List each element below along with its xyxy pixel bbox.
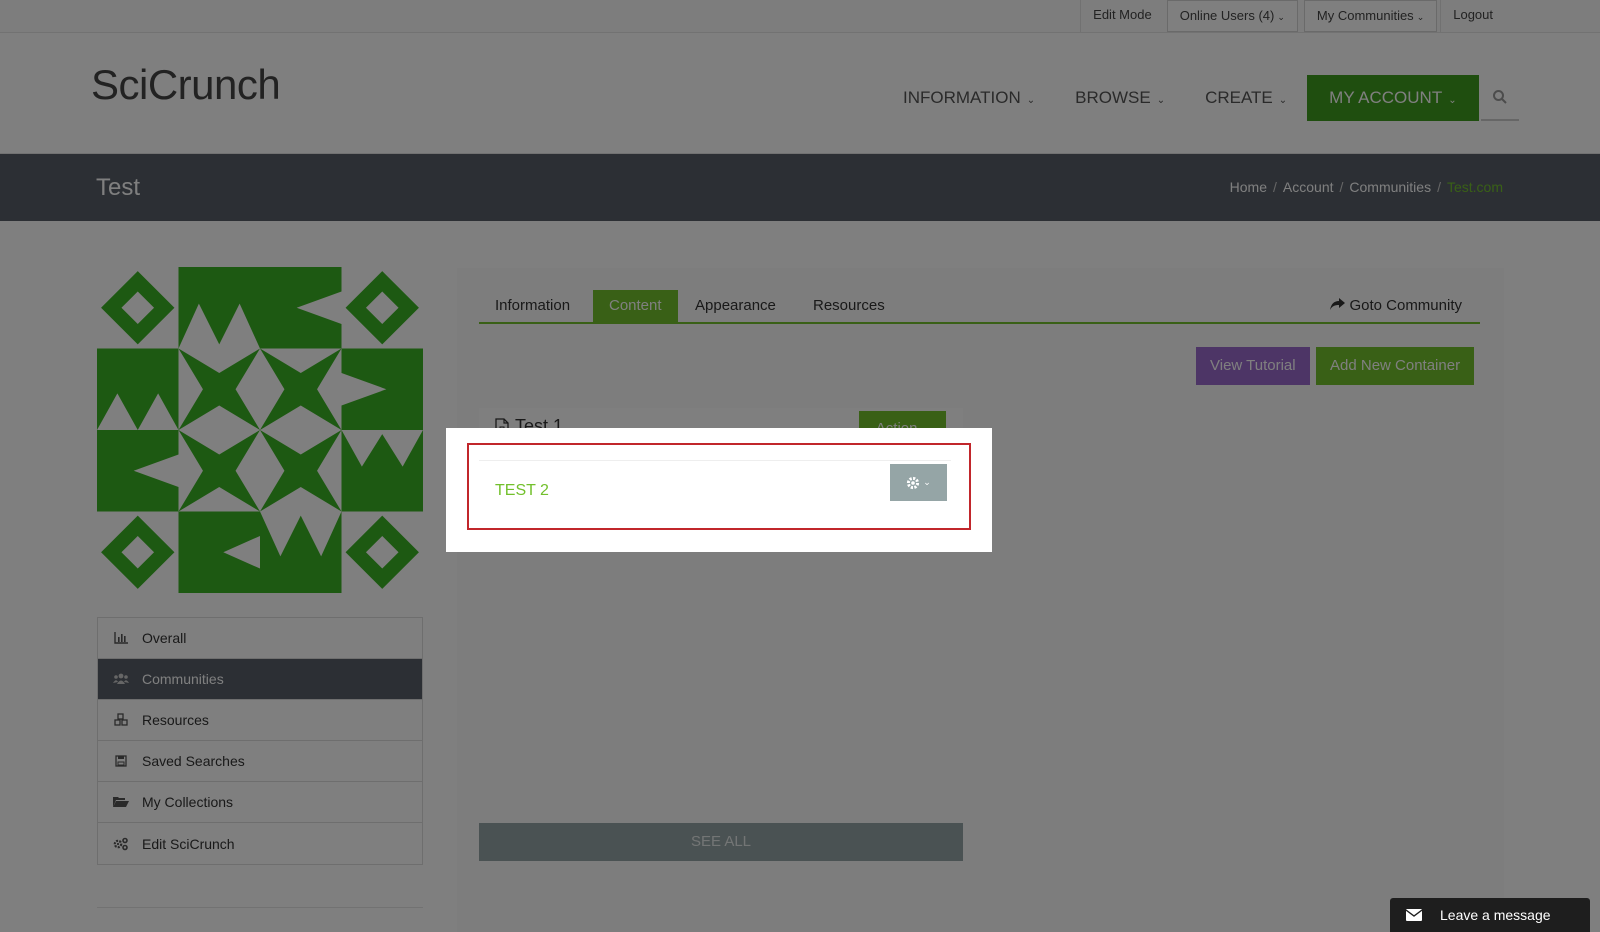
highlight-box: [467, 443, 971, 530]
chat-widget[interactable]: Leave a message: [1390, 898, 1590, 932]
mail-icon: [1406, 909, 1422, 921]
chat-label: Leave a message: [1440, 907, 1551, 923]
